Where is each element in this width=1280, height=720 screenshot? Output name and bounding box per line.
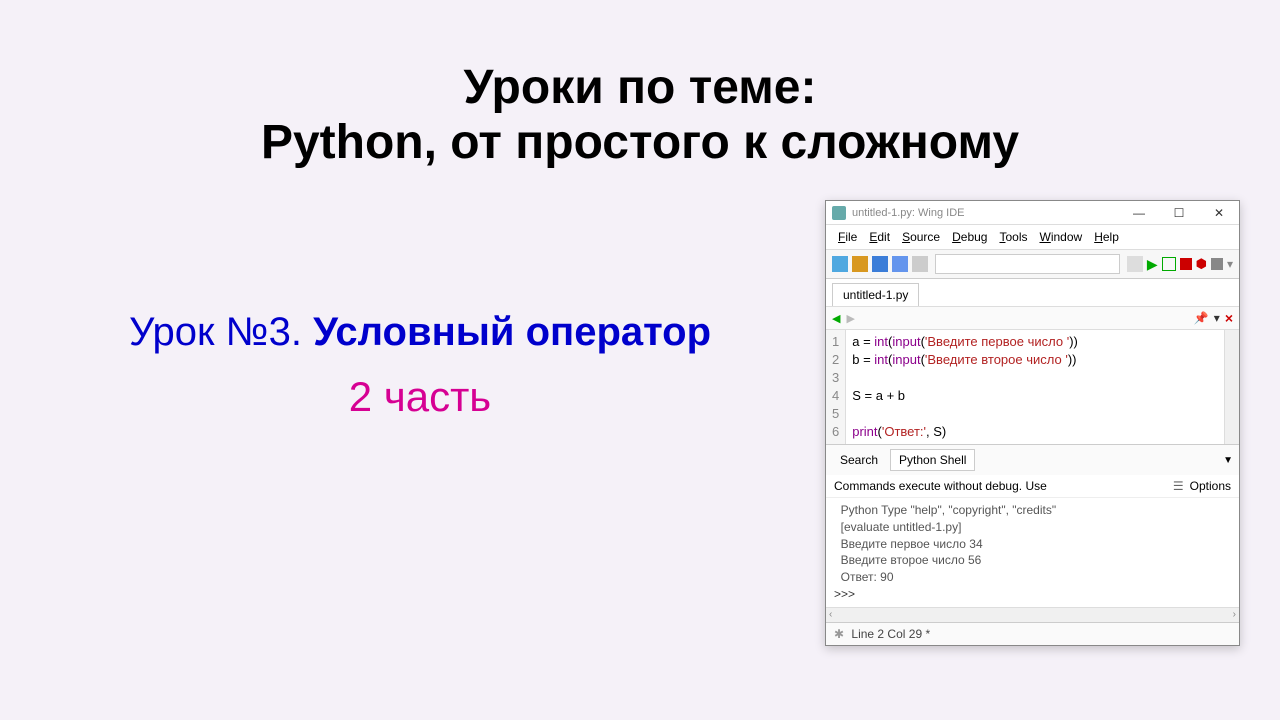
nav-forward-icon[interactable]: ▶: [846, 312, 854, 325]
toolbar: ▶ ⬢ ▾: [826, 250, 1239, 279]
menu-debug[interactable]: Debug: [948, 228, 991, 246]
panel-dropdown-icon[interactable]: ▼: [1223, 455, 1233, 466]
title-line-1: Уроки по теме:: [464, 61, 817, 114]
dropdown-icon[interactable]: ▾: [1214, 311, 1220, 325]
lesson-title: Условный оператор: [313, 310, 711, 354]
bug-icon[interactable]: ⬢: [1196, 256, 1207, 272]
lesson-part: 2 часть: [35, 373, 805, 421]
minimize-button[interactable]: —: [1125, 204, 1153, 222]
ide-window: untitled-1.py: Wing IDE — ☐ ✕ File Edit …: [825, 200, 1240, 646]
menubar: File Edit Source Debug Tools Window Help: [826, 225, 1239, 250]
open-file-icon[interactable]: [852, 256, 868, 272]
titlebar: untitled-1.py: Wing IDE — ☐ ✕: [826, 201, 1239, 225]
new-file-icon[interactable]: [832, 256, 848, 272]
status-gear-icon[interactable]: ✱: [834, 627, 844, 641]
menu-window[interactable]: Window: [1036, 228, 1087, 246]
toolbar-overflow-icon[interactable]: ▾: [1227, 257, 1233, 271]
menu-edit[interactable]: Edit: [865, 228, 894, 246]
close-button[interactable]: ✕: [1205, 204, 1233, 222]
title-line-2: Python, от простого к сложному: [261, 116, 1019, 169]
shell-header: Commands execute without debug. Use ☰ Op…: [826, 475, 1239, 498]
shell-header-text: Commands execute without debug. Use: [834, 479, 1047, 493]
maximize-button[interactable]: ☐: [1165, 204, 1193, 222]
goto-icon[interactable]: [912, 256, 928, 272]
nav-back-icon[interactable]: ◀: [832, 312, 840, 325]
editor-tab-controls: ◀ ▶ 📌 ▾ ×: [826, 306, 1239, 330]
file-tab-bar: untitled-1.py: [826, 279, 1239, 306]
tab-python-shell[interactable]: Python Shell: [890, 449, 975, 471]
code-lines[interactable]: a = int(input('Введите первое число '))b…: [846, 330, 1224, 444]
search-input[interactable]: [935, 254, 1120, 274]
cursor-position: Line 2 Col 29 *: [851, 627, 930, 641]
debug-icon[interactable]: [1162, 257, 1176, 271]
file-tab[interactable]: untitled-1.py: [832, 283, 919, 306]
window-title: untitled-1.py: Wing IDE: [852, 207, 1125, 219]
close-tab-icon[interactable]: ×: [1225, 310, 1233, 326]
menu-source[interactable]: Source: [898, 228, 944, 246]
save-all-icon[interactable]: [892, 256, 908, 272]
line-gutter: 123456: [826, 330, 846, 444]
statusbar: ✱ Line 2 Col 29 *: [826, 622, 1239, 645]
shell-output[interactable]: Python Type "help", "copyright", "credit…: [826, 498, 1239, 607]
menu-file[interactable]: File: [834, 228, 861, 246]
search-icon[interactable]: [1127, 256, 1143, 272]
run-icon[interactable]: ▶: [1147, 257, 1158, 271]
menu-tools[interactable]: Tools: [995, 228, 1031, 246]
stop-icon[interactable]: [1180, 258, 1192, 270]
layout-icon[interactable]: [1211, 258, 1223, 270]
vertical-scrollbar[interactable]: [1224, 330, 1239, 444]
slide-title: Уроки по теме: Python, от простого к сло…: [0, 0, 1280, 170]
code-editor[interactable]: 123456 a = int(input('Введите первое чис…: [826, 330, 1239, 444]
lesson-block: Урок №3. Условный оператор 2 часть: [35, 310, 805, 421]
horizontal-scrollbar[interactable]: ‹›: [826, 607, 1239, 622]
save-icon[interactable]: [872, 256, 888, 272]
menu-help[interactable]: Help: [1090, 228, 1123, 246]
bottom-panel-tabs: Search Python Shell ▼: [826, 444, 1239, 475]
app-icon: [832, 206, 846, 220]
tab-search[interactable]: Search: [832, 450, 886, 470]
pin-icon[interactable]: 📌: [1194, 311, 1209, 325]
lesson-number: Урок №3.: [129, 310, 302, 354]
shell-options[interactable]: Options: [1190, 479, 1231, 493]
shell-gear-icon[interactable]: ☰: [1173, 479, 1184, 493]
